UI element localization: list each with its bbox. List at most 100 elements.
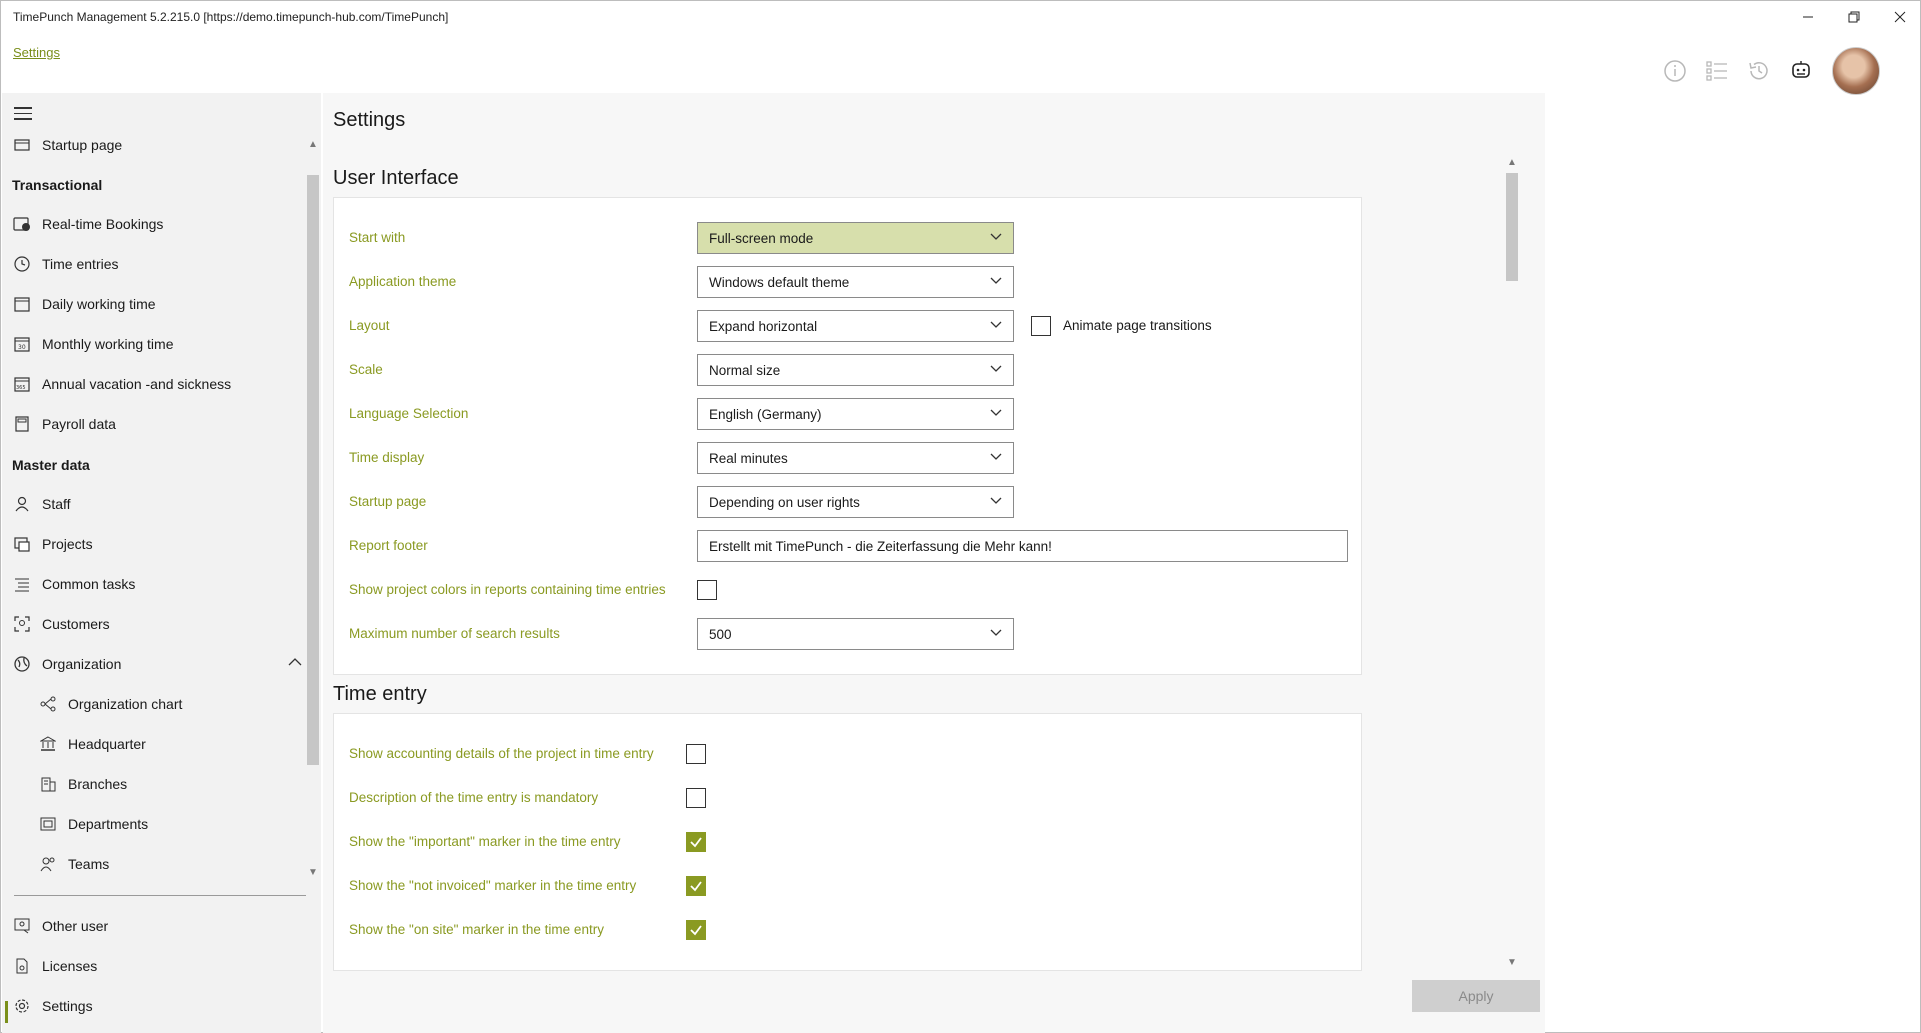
- sidebar-item-label: Projects: [42, 536, 93, 552]
- sidebar-item-label: Branches: [68, 776, 128, 792]
- section-title-master-data: Master data: [12, 457, 90, 473]
- important-marker-checkbox[interactable]: [686, 832, 706, 852]
- sidebar-item-payroll-data[interactable]: Payroll data: [2, 404, 302, 444]
- chevron-down-icon: [990, 277, 1002, 284]
- on-site-marker-checkbox[interactable]: [686, 920, 706, 940]
- tasks-list-icon: [12, 574, 32, 594]
- sidebar-item-time-entries[interactable]: Time entries: [2, 244, 302, 284]
- breadcrumb-settings-link[interactable]: Settings: [13, 45, 60, 60]
- project-colors-checkbox[interactable]: [697, 580, 717, 600]
- chevron-down-icon: [990, 409, 1002, 416]
- sidebar-item-label: Startup page: [42, 137, 123, 153]
- sidebar-item-startup-page[interactable]: Startup page: [2, 125, 302, 165]
- scale-dropdown[interactable]: Normal size: [697, 354, 1014, 386]
- time-display-label: Time display: [349, 450, 425, 465]
- accounting-details-checkbox[interactable]: [686, 744, 706, 764]
- layout-label: Layout: [349, 318, 390, 333]
- time-display-dropdown[interactable]: Real minutes: [697, 442, 1014, 474]
- restore-icon: [1848, 11, 1860, 23]
- list-icon[interactable]: [1702, 56, 1732, 86]
- sidebar-item-label: Other user: [42, 918, 109, 934]
- calculator-icon: [12, 414, 32, 434]
- hamburger-menu-icon[interactable]: [14, 107, 32, 121]
- sidebar-item-headquarter[interactable]: Headquarter: [2, 724, 302, 764]
- sidebar-item-monthly-working-time[interactable]: 30 Monthly working time: [2, 324, 302, 364]
- sidebar-item-branches[interactable]: Branches: [2, 764, 302, 804]
- sidebar-item-label: Teams: [68, 856, 110, 872]
- application-theme-dropdown[interactable]: Windows default theme: [697, 266, 1014, 298]
- projects-icon: [12, 534, 32, 554]
- sidebar-item-organization[interactable]: Organization: [2, 644, 302, 684]
- svg-text:365: 365: [16, 385, 26, 391]
- startup-page-label: Startup page: [349, 494, 427, 509]
- window-title: TimePunch Management 5.2.215.0 [https://…: [13, 10, 449, 24]
- user-avatar[interactable]: [1832, 47, 1880, 95]
- restore-button[interactable]: [1831, 1, 1877, 33]
- sidebar-nav: ▲ ▼ Startup page Transactional Real-time…: [2, 93, 321, 1033]
- org-chart-icon: [38, 694, 58, 714]
- organization-collapse-chevron-up-icon[interactable]: [288, 656, 302, 670]
- user-interface-panel: Start with Full-screen mode Application …: [333, 197, 1362, 675]
- dropdown-value: Windows default theme: [709, 274, 850, 290]
- not-invoiced-marker-checkbox[interactable]: [686, 876, 706, 896]
- sidebar-item-settings[interactable]: Settings: [2, 986, 302, 1026]
- close-button[interactable]: [1877, 1, 1921, 33]
- info-icon[interactable]: [1660, 56, 1690, 86]
- svg-text:30: 30: [18, 344, 26, 351]
- sidebar-item-departments[interactable]: Departments: [2, 804, 302, 844]
- close-icon: [1894, 11, 1906, 23]
- main-scroll-down-icon[interactable]: ▼: [1507, 957, 1517, 968]
- chevron-down-icon: [990, 497, 1002, 504]
- accounting-details-label: Show accounting details of the project i…: [349, 746, 654, 761]
- app-window: TimePunch Management 5.2.215.0 [https://…: [0, 0, 1921, 1033]
- sidebar-item-annual-vacation[interactable]: 365 Annual vacation -and sickness: [2, 364, 302, 404]
- building-icon: [38, 774, 58, 794]
- sidebar-item-organization-chart[interactable]: Organization chart: [2, 684, 302, 724]
- sidebar-item-staff[interactable]: Staff: [2, 484, 302, 524]
- chevron-down-icon: [990, 629, 1002, 636]
- sidebar-item-projects[interactable]: Projects: [2, 524, 302, 564]
- apply-button[interactable]: Apply: [1412, 980, 1540, 1012]
- checkmark-icon: [690, 925, 702, 936]
- sidebar-item-label: Customers: [42, 616, 110, 632]
- sidebar-item-daily-working-time[interactable]: Daily working time: [2, 284, 302, 324]
- team-icon: [38, 854, 58, 874]
- start-with-dropdown[interactable]: Full-screen mode: [697, 222, 1014, 254]
- sidebar-item-licenses[interactable]: Licenses: [2, 946, 302, 986]
- sidebar-scroll-down-icon[interactable]: ▼: [308, 867, 318, 878]
- main-scroll-up-icon[interactable]: ▲: [1507, 157, 1517, 168]
- minimize-button[interactable]: [1785, 1, 1831, 33]
- history-icon[interactable]: [1744, 56, 1774, 86]
- sidebar-scrollbar-thumb[interactable]: [307, 175, 319, 765]
- chevron-down-icon: [990, 365, 1002, 372]
- dropdown-value: Full-screen mode: [709, 230, 814, 246]
- dropdown-value: Real minutes: [709, 450, 788, 466]
- sidebar-item-realtime-bookings[interactable]: Real-time Bookings: [2, 204, 302, 244]
- sidebar-item-other-user[interactable]: Other user: [2, 906, 302, 946]
- main-scrollbar-thumb[interactable]: [1506, 173, 1518, 281]
- sidebar-item-teams[interactable]: Teams: [2, 844, 302, 884]
- startup-page-dropdown[interactable]: Depending on user rights: [697, 486, 1014, 518]
- layout-dropdown[interactable]: Expand horizontal: [697, 310, 1014, 342]
- sidebar-item-common-tasks[interactable]: Common tasks: [2, 564, 302, 604]
- clock-icon: [12, 254, 32, 274]
- max-search-results-dropdown[interactable]: 500: [697, 618, 1014, 650]
- sidebar-scroll-up-icon[interactable]: ▲: [308, 139, 318, 150]
- sidebar-item-customers[interactable]: Customers: [2, 604, 302, 644]
- globe-icon: [12, 654, 32, 674]
- sidebar-divider: [14, 895, 306, 896]
- dropdown-value: 500: [709, 626, 732, 642]
- settings-content: Settings ▲ ▼ User Interface Start with F…: [323, 93, 1545, 1033]
- chat-bot-icon[interactable]: [1786, 56, 1816, 86]
- report-footer-input[interactable]: Erstellt mit TimePunch - die Zeiterfassu…: [697, 530, 1348, 562]
- chevron-down-icon: [990, 321, 1002, 328]
- chevron-down-icon: [990, 233, 1002, 240]
- chevron-down-icon: [990, 453, 1002, 460]
- description-mandatory-checkbox[interactable]: [686, 788, 706, 808]
- not-invoiced-marker-label: Show the "not invoiced" marker in the ti…: [349, 878, 637, 893]
- dropdown-value: English (Germany): [709, 406, 822, 422]
- animate-page-transitions-checkbox[interactable]: [1031, 316, 1051, 336]
- calendar-year-icon: 365: [12, 374, 32, 394]
- language-selection-dropdown[interactable]: English (Germany): [697, 398, 1014, 430]
- language-selection-label: Language Selection: [349, 406, 469, 421]
